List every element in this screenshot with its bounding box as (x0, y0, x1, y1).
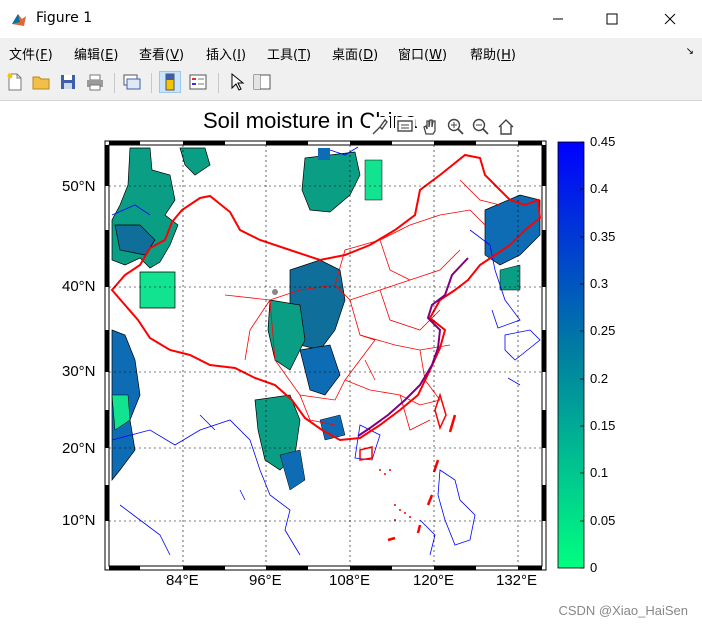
colorbar-label: 0.45 (590, 134, 616, 149)
home-icon[interactable] (496, 117, 516, 137)
lon-label: 96°E (249, 572, 282, 589)
colorbar-label: 0.35 (590, 229, 616, 244)
colorbar-label: 0.15 (590, 418, 616, 433)
colorbar[interactable] (557, 141, 585, 569)
watermark: CSDN @Xiao_HaiSen (558, 603, 688, 618)
lat-label: 10°N (62, 512, 96, 529)
lon-label: 108°E (329, 572, 371, 589)
lon-label: 120°E (413, 572, 455, 589)
colorbar-label: 0.2 (590, 371, 609, 386)
brush-icon[interactable] (370, 117, 390, 137)
lat-label: 20°N (62, 440, 96, 457)
lat-label: 50°N (62, 178, 96, 195)
zoom-in-icon[interactable] (446, 117, 466, 137)
data-tips-icon[interactable] (395, 117, 415, 137)
colorbar-label: 0.3 (590, 276, 609, 291)
colorbar-label: 0.25 (590, 323, 616, 338)
map-axes[interactable] (0, 0, 702, 628)
colorbar-label: 0 (590, 560, 598, 575)
colorbar-label: 0.1 (590, 465, 609, 480)
lon-label: 132°E (496, 572, 538, 589)
lat-label: 40°N (62, 278, 96, 295)
lat-label: 30°N (62, 363, 96, 380)
zoom-out-icon[interactable] (471, 117, 491, 137)
lon-label: 84°E (166, 572, 199, 589)
colorbar-label: 0.05 (590, 513, 616, 528)
marker-point (272, 289, 278, 295)
pan-icon[interactable] (420, 117, 440, 137)
colorbar-label: 0.4 (590, 181, 609, 196)
